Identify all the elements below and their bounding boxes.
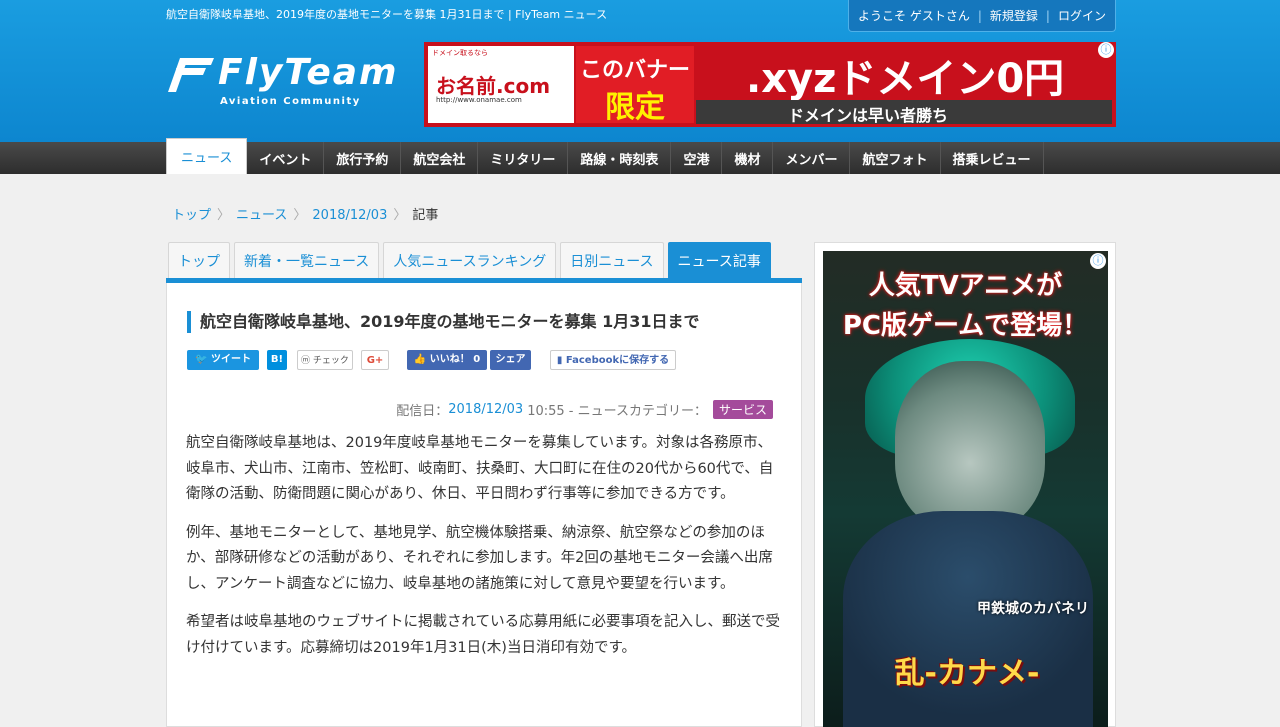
meta-prefix: 配信日： xyxy=(396,404,449,419)
ad-info-icon[interactable]: ⓘ xyxy=(1098,42,1114,58)
article-title: 航空自衛隊岐阜基地、2019年度の基地モニターを募集 1月31日まで xyxy=(187,311,700,333)
main-nav: ニュース イベント 旅行予約 航空会社 ミリタリー 路線・時刻表 空港 機材 メ… xyxy=(0,138,1280,174)
login-link[interactable]: ログイン xyxy=(1058,7,1106,24)
ad-seal-logo: 甲鉄城のカバネリ xyxy=(977,601,1089,617)
site-header: 航空自衛隊岐阜基地、2019年度の基地モニターを募集 1月31日まで | Fly… xyxy=(0,0,1280,142)
facebook-like-button[interactable]: 👍 いいね！ 0 xyxy=(407,350,487,370)
nav-item-photos[interactable]: 航空フォト xyxy=(850,142,941,174)
nav-item-members[interactable]: メンバー xyxy=(773,142,851,174)
breadcrumb-sep: 〉 xyxy=(217,208,231,223)
banner-limited-box: このバナー 限定 xyxy=(576,46,694,125)
article: 航空自衛隊岐阜基地、2019年度の基地モニターを募集 1月31日まで 🐦 ツイー… xyxy=(166,283,802,727)
mixi-label: チェック xyxy=(312,356,349,366)
breadcrumb-sep: 〉 xyxy=(393,208,407,223)
nav-item-travel[interactable]: 旅行予約 xyxy=(324,142,402,174)
article-date-link[interactable]: 2018/12/03 xyxy=(448,402,523,417)
google-plus-button[interactable]: G+ xyxy=(361,350,389,370)
tab-daily[interactable]: 日別ニュース xyxy=(560,242,664,278)
breadcrumb: トップ〉ニュース〉 2018/12/03 〉記事 xyxy=(172,204,438,223)
banner-url: http://www.onamae.com xyxy=(436,96,522,104)
bookmark-icon: ▮ xyxy=(556,355,566,366)
banner-mid-line2: 限定 xyxy=(605,90,665,125)
nav-item-news[interactable]: ニュース xyxy=(166,138,248,174)
mixi-check-button[interactable]: ⓜ チェック xyxy=(297,350,353,370)
character-face xyxy=(895,361,1045,531)
logo-subtitle: Aviation Community xyxy=(220,96,361,107)
nav-item-aircraft[interactable]: 機材 xyxy=(722,142,774,174)
facebook-share-button[interactable]: シェア xyxy=(490,350,531,370)
nav-item-events[interactable]: イベント xyxy=(247,142,325,174)
ad-headline-2: PC版ゲームで登場！ xyxy=(842,311,1089,341)
nav-item-reviews[interactable]: 搭乗レビュー xyxy=(941,142,1044,174)
tab-article[interactable]: ニュース記事 xyxy=(667,242,771,278)
fb-save-label: Facebookに保存する xyxy=(565,355,670,366)
user-box: ようこそ ゲストさん | 新規登録 | ログイン xyxy=(848,0,1116,32)
nav-item-airlines[interactable]: 航空会社 xyxy=(401,142,479,174)
breadcrumb-current: 記事 xyxy=(412,208,439,223)
separator: | xyxy=(977,8,982,23)
twitter-icon: 🐦 xyxy=(195,354,211,365)
banner-mid-line1: このバナー xyxy=(579,58,690,83)
logo-text: FlyTeam xyxy=(218,52,399,93)
tab-ranking[interactable]: 人気ニュースランキング xyxy=(383,242,557,278)
tab-top[interactable]: トップ xyxy=(168,242,230,278)
site-logo[interactable]: FlyTeam Aviation Community xyxy=(166,52,399,112)
ad-headline-1: 人気TVアニメが xyxy=(868,271,1063,301)
article-paragraph: 例年、基地モニターとして、基地見学、航空機体験搭乗、納涼祭、航空祭などの参加のほ… xyxy=(186,524,773,592)
banner-brand-box: ドメイン取るなら お名前.com http://www.onamae.com xyxy=(428,46,574,123)
welcome-text: ようこそ ゲストさん xyxy=(858,9,970,23)
banner-small-text: ドメイン取るなら xyxy=(432,49,488,57)
nav-item-airports[interactable]: 空港 xyxy=(671,142,723,174)
hatena-bookmark-button[interactable]: B! xyxy=(267,350,287,370)
meta-time: 10:55 - ニュースカテゴリー： xyxy=(527,404,707,419)
article-paragraph: 希望者は岐阜基地のウェブサイトに掲載されている応募用紙に必要事項を記入し、郵送で… xyxy=(186,614,781,656)
breadcrumb-news[interactable]: ニュース xyxy=(236,208,287,223)
article-body: 航空自衛隊岐阜基地は、2019年度岐阜基地モニターを募集しています。対象は各務原… xyxy=(186,431,782,674)
breadcrumb-date[interactable]: 2018/12/03 xyxy=(312,208,387,223)
tweet-label: ツイート xyxy=(210,354,251,365)
banner-ad[interactable]: ドメイン取るなら お名前.com http://www.onamae.com こ… xyxy=(424,42,1116,127)
banner-bottom-text: ドメインは早い者勝ち xyxy=(788,106,949,125)
article-paragraph: 航空自衛隊岐阜基地は、2019年度岐阜基地モニターを募集しています。対象は各務原… xyxy=(186,435,774,502)
like-label: いいね！ 0 xyxy=(429,354,481,365)
register-link[interactable]: 新規登録 xyxy=(990,7,1038,24)
breadcrumb-top[interactable]: トップ xyxy=(172,208,211,223)
ad-game-title: 乱-カナメ- xyxy=(894,656,1040,691)
category-badge[interactable]: サービス xyxy=(712,400,773,419)
nav-item-routes[interactable]: 路線・時刻表 xyxy=(568,142,672,174)
banner-bottom-bar: ドメインは早い者勝ち xyxy=(696,100,1112,125)
page-heading: 航空自衛隊岐阜基地、2019年度の基地モニターを募集 1月31日まで | Fly… xyxy=(166,8,608,21)
sidebar: 人気TVアニメが PC版ゲームで登場！ 甲鉄城のカバネリ 乱-カナメ- ⓘ xyxy=(814,242,1116,727)
banner-main-box: .xyzドメイン0円 xyxy=(696,46,1112,102)
facebook-save-button[interactable]: ▮ Facebookに保存する xyxy=(550,350,676,370)
banner-brand: お名前.com xyxy=(436,74,551,98)
flyteam-logo-icon xyxy=(168,58,214,92)
nav-item-military[interactable]: ミリタリー xyxy=(478,142,569,174)
sidebar-ad[interactable]: 人気TVアニメが PC版ゲームで登場！ 甲鉄城のカバネリ 乱-カナメ- ⓘ xyxy=(823,251,1108,727)
tweet-button[interactable]: 🐦 ツイート xyxy=(187,350,259,370)
mixi-icon: ⓜ xyxy=(301,356,313,366)
tab-latest[interactable]: 新着・一覧ニュース xyxy=(234,242,380,278)
thumbs-up-icon: 👍 xyxy=(413,354,430,365)
ad-info-icon[interactable]: ⓘ xyxy=(1090,253,1106,269)
separator: | xyxy=(1045,8,1050,23)
article-meta: 配信日： 2018/12/03 10:55 - ニュースカテゴリー： サービス xyxy=(396,400,773,419)
breadcrumb-sep: 〉 xyxy=(293,208,307,223)
news-tabs: トップ 新着・一覧ニュース 人気ニュースランキング 日別ニュース ニュース記事 xyxy=(168,242,775,278)
banner-main-text: .xyzドメイン0円 xyxy=(746,56,1065,102)
